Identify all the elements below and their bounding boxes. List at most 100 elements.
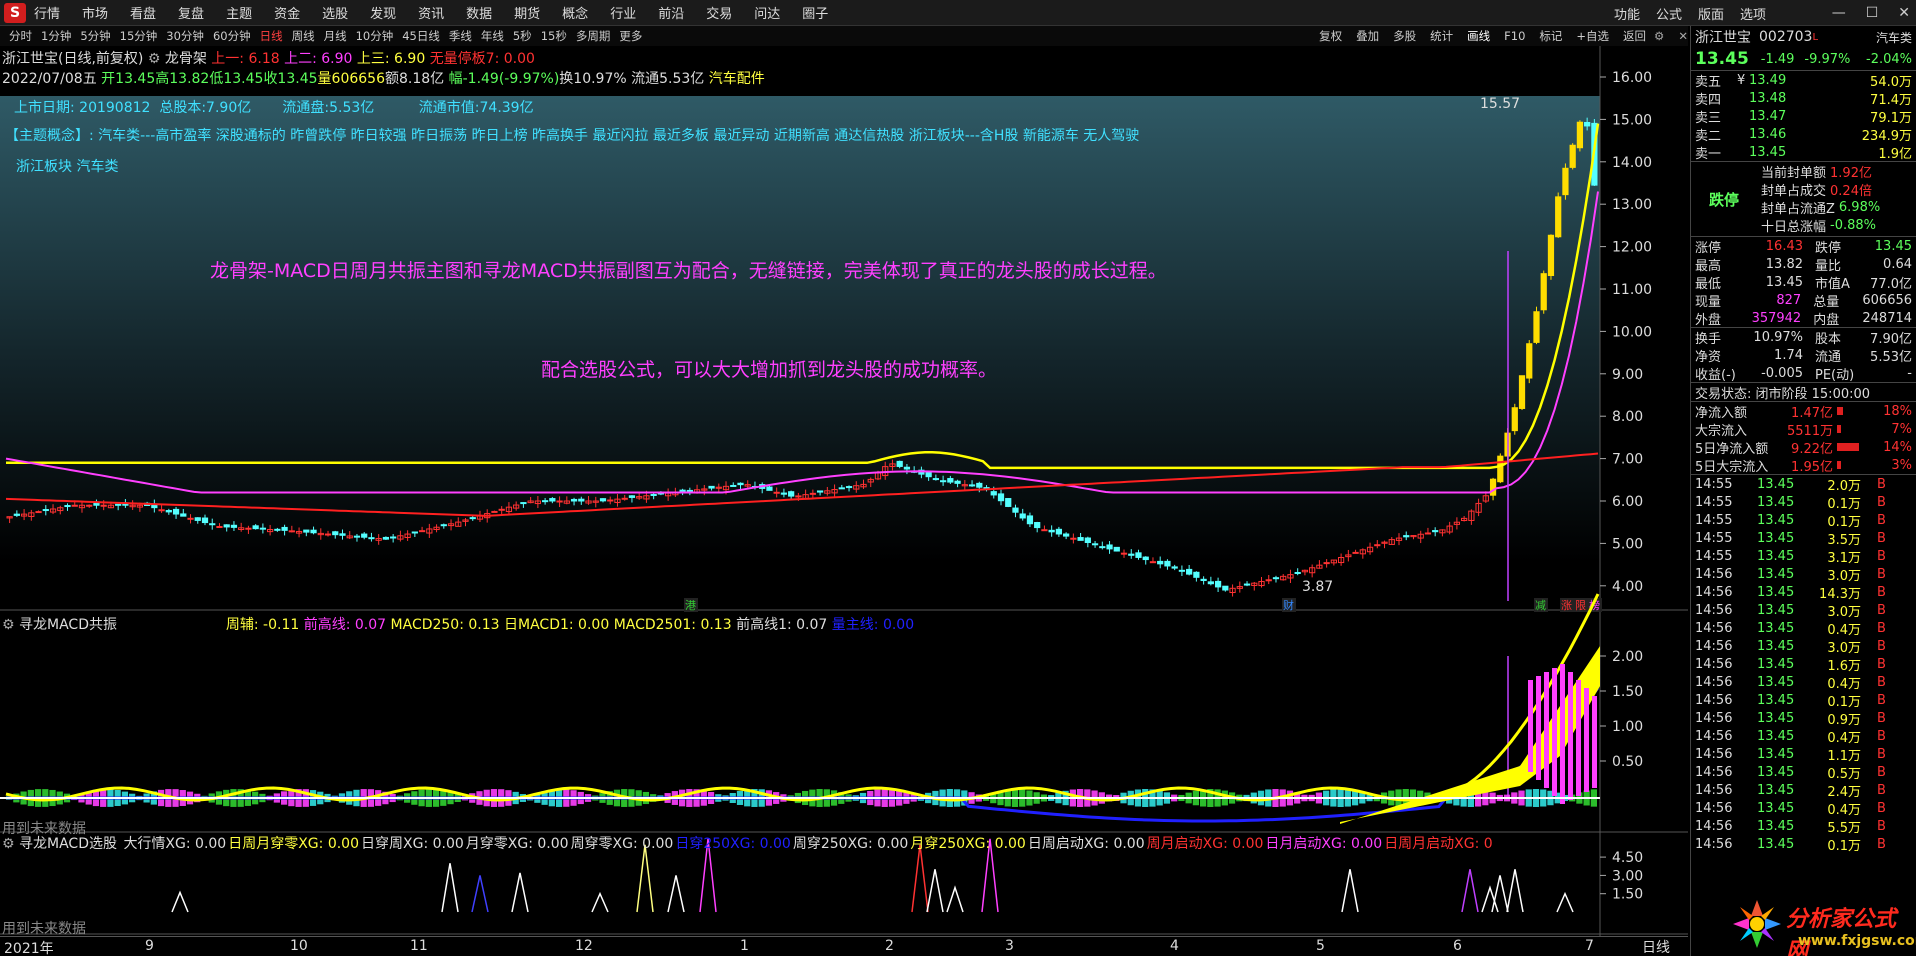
menu-item[interactable]: 行情: [34, 3, 60, 22]
period-label[interactable]: 日线: [1642, 937, 1670, 956]
toolbar-item[interactable]: 叠加: [1356, 28, 1379, 44]
period-tab[interactable]: 30分钟: [166, 28, 204, 44]
event-mark[interactable]: 减: [1535, 599, 1546, 612]
tick-time: 14:55: [1695, 548, 1733, 564]
menu-item[interactable]: 看盘: [130, 3, 156, 22]
period-tab[interactable]: 15分钟: [120, 28, 158, 44]
period-tab[interactable]: 更多: [619, 28, 642, 44]
menu-item[interactable]: 复盘: [178, 3, 204, 22]
event-mark[interactable]: 限: [1575, 599, 1586, 612]
flow-bar: [1837, 425, 1841, 433]
toolbar-item[interactable]: 统计: [1430, 28, 1453, 44]
period-tab[interactable]: 年线: [481, 28, 504, 44]
period-tab[interactable]: 60分钟: [213, 28, 251, 44]
menu-right-item[interactable]: 选项: [1740, 4, 1766, 23]
menu-right-item[interactable]: 公式: [1656, 4, 1682, 23]
sector-name[interactable]: 汽车类: [1876, 29, 1912, 46]
candle-body: [1063, 533, 1070, 537]
menu-item[interactable]: 交易: [706, 3, 732, 22]
event-mark[interactable]: 涨: [1561, 599, 1572, 612]
period-tab[interactable]: 5分钟: [80, 28, 110, 44]
ask-row[interactable]: 卖四 13.48 71.4万: [1691, 89, 1916, 108]
sub1-settings-icon[interactable]: ⚙: [2, 617, 15, 633]
menu-item[interactable]: 圈子: [802, 3, 828, 22]
candle-body: [353, 535, 361, 538]
chart-settings-icon[interactable]: ⚙: [1654, 29, 1664, 43]
tick-volume: 14.3万: [1819, 586, 1861, 602]
ask-row[interactable]: 卖五 ¥13.49 54.0万: [1691, 71, 1916, 90]
maximize-icon[interactable]: ☐: [1866, 5, 1879, 21]
period-tab[interactable]: 15秒: [541, 28, 567, 44]
period-tab[interactable]: 周线: [292, 28, 315, 44]
period-tab[interactable]: 分时: [9, 28, 32, 44]
toolbar-item[interactable]: 复权: [1319, 28, 1342, 44]
minimize-icon[interactable]: —: [1832, 5, 1846, 21]
tick-row: 14:56 13.45 5.5万 B: [1691, 817, 1916, 836]
chart-close-icon[interactable]: ✕: [1678, 29, 1688, 43]
period-tab[interactable]: 10分钟: [356, 28, 394, 44]
x-axis-label: 2021年: [4, 941, 54, 956]
menu-item[interactable]: 行业: [610, 3, 636, 22]
candle-body: [201, 517, 209, 524]
sub1-rise-bar: [1560, 664, 1565, 804]
stat-label: 跌停: [1815, 240, 1842, 256]
period-tab[interactable]: 季线: [449, 28, 472, 44]
menu-item[interactable]: 期货: [514, 3, 540, 22]
menu-right-item[interactable]: 版面: [1698, 4, 1724, 23]
candle-body: [245, 527, 252, 530]
stock-code: 002703: [1759, 29, 1813, 45]
menu-item[interactable]: 问达: [754, 3, 780, 22]
menu-item[interactable]: 市场: [82, 3, 108, 22]
period-tab[interactable]: 45日线: [402, 28, 440, 44]
toolbar-item[interactable]: F10: [1504, 29, 1525, 43]
candle-body: [491, 510, 498, 513]
event-mark[interactable]: 港: [685, 599, 696, 612]
sub2-settings-icon[interactable]: ⚙: [2, 836, 15, 852]
menu-item[interactable]: 数据: [466, 3, 492, 22]
indicator-settings-icon[interactable]: ⚙: [148, 51, 161, 67]
toolbar-item[interactable]: +自选: [1576, 28, 1609, 44]
toolbar-item[interactable]: 返回: [1623, 28, 1646, 44]
menu-right-item[interactable]: 功能: [1614, 4, 1640, 23]
chart-canvas[interactable]: 16.00 15.00 14.00 13.00 12.00 11.00 10.00 9.00 8…: [0, 46, 1688, 936]
toolbar-item[interactable]: 画线: [1467, 28, 1490, 44]
tick-side: B: [1877, 782, 1886, 798]
period-tab[interactable]: 日线: [260, 28, 283, 44]
toolbar-item[interactable]: 多股: [1393, 28, 1416, 44]
period-tab[interactable]: 5秒: [513, 28, 532, 44]
menu-item[interactable]: 主题: [226, 3, 252, 22]
candle-body: [1106, 544, 1113, 550]
tick-volume: 3.5万: [1827, 532, 1861, 548]
toolbar-item[interactable]: 标记: [1539, 28, 1562, 44]
menu-item[interactable]: 选股: [322, 3, 348, 22]
time-axis[interactable]: 2021年 9 10 11 12 1 2 3 4 5 6 7: [0, 936, 1688, 956]
tick-volume: 0.9万: [1827, 712, 1861, 728]
stat-value: 606656: [1862, 292, 1913, 308]
ask-row[interactable]: 卖一 13.45 1.9亿: [1691, 143, 1916, 162]
limit-row-value: -0.88%: [1830, 217, 1877, 233]
stat-row: 收益(-) -0.005 PE(动) -: [1691, 364, 1916, 383]
chart-area[interactable]: 16.00 15.00 14.00 13.00 12.00 11.00 10.00 9.00 8…: [0, 46, 1688, 936]
candle-body: [1113, 546, 1120, 552]
event-mark[interactable]: 财: [1283, 598, 1294, 612]
tick-time: 14:56: [1695, 566, 1733, 582]
ask-row[interactable]: 卖三 13.47 79.1万: [1691, 107, 1916, 126]
close-icon[interactable]: ✕: [1898, 5, 1910, 21]
menu-item[interactable]: 概念: [562, 3, 588, 22]
menu-item[interactable]: 资讯: [418, 3, 444, 22]
tick-row: 14:56 13.45 0.4万 B: [1691, 799, 1916, 818]
candle-body: [968, 484, 976, 487]
period-tab[interactable]: 多周期: [576, 28, 611, 44]
menu-item[interactable]: 资金: [274, 3, 300, 22]
menu-item[interactable]: 发现: [370, 3, 396, 22]
limit-row-label: 封单占成交: [1761, 183, 1827, 199]
tick-volume: 0.1万: [1827, 496, 1861, 512]
line-3-value: 上三: 6.90: [356, 51, 426, 67]
app-logo-icon[interactable]: S: [4, 2, 26, 23]
candle-body: [1497, 455, 1504, 483]
menu-item[interactable]: 前沿: [658, 3, 684, 22]
period-tab[interactable]: 月线: [324, 28, 347, 44]
period-tab[interactable]: 1分钟: [41, 28, 71, 44]
y-tick-label: 9.00: [1612, 367, 1643, 383]
ask-row[interactable]: 卖二 13.46 234.9万: [1691, 125, 1916, 144]
